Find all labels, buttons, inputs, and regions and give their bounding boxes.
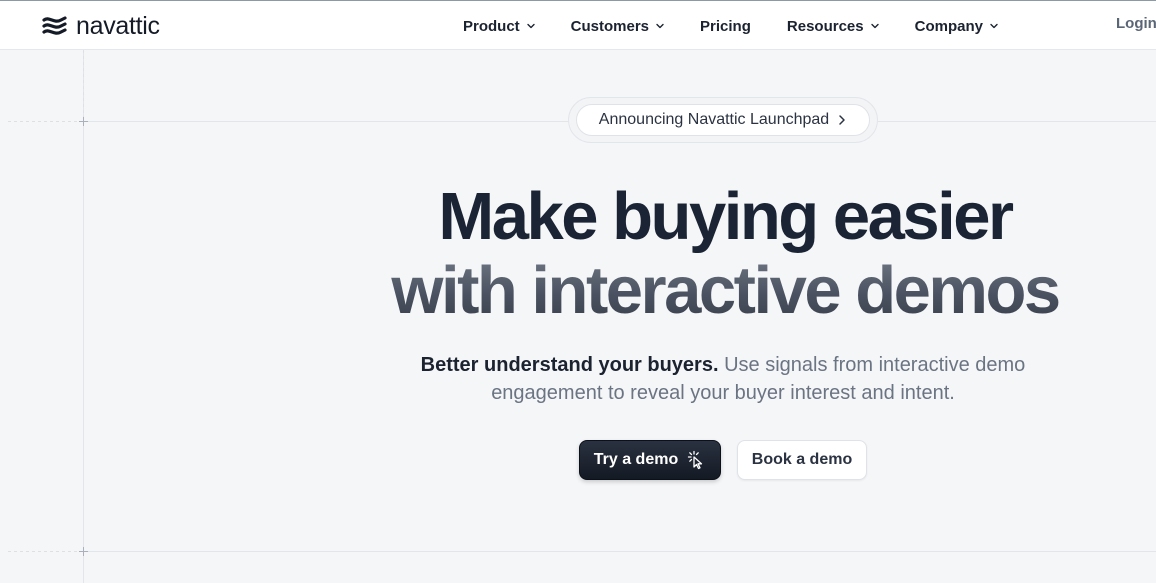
site-header: navattic Product Customers Pricing Resou…: [0, 0, 1156, 50]
nav-item-label: Pricing: [700, 17, 751, 35]
plus-marker-icon: [79, 547, 88, 556]
brand-logo[interactable]: navattic: [42, 11, 160, 41]
guide-line-vertical: [83, 50, 84, 583]
try-demo-label: Try a demo: [593, 451, 679, 468]
book-demo-button[interactable]: Book a demo: [737, 440, 867, 480]
cursor-click-icon: [688, 450, 703, 470]
hero-headline: Make buying easier with interactive demo…: [300, 178, 1150, 326]
main-nav: Product Customers Pricing Resources Comp…: [463, 15, 1034, 37]
chevron-down-icon: [656, 23, 664, 29]
announcement-text: Announcing Navattic Launchpad: [598, 111, 830, 128]
login-link[interactable]: Login: [1116, 15, 1156, 32]
chevron-right-icon: [839, 115, 845, 125]
nav-item-label: Customers: [570, 17, 650, 35]
hero-headline-line1: Make buying easier: [438, 179, 1014, 254]
try-demo-button[interactable]: Try a demo: [579, 440, 721, 480]
chevron-down-icon: [526, 23, 535, 29]
chevron-down-icon: [990, 23, 998, 29]
brand-name: navattic: [76, 11, 160, 40]
nav-item-customers[interactable]: Customers: [571, 18, 665, 35]
nav-item-label: Product: [463, 17, 520, 35]
guide-line-vertical-dashed: [83, 50, 84, 122]
hero-headline-line2: with interactive demos: [300, 256, 1150, 326]
page: navattic Product Customers Pricing Resou…: [0, 0, 1156, 583]
guide-line-dashed-bottom: [8, 551, 83, 552]
guide-line-dashed-top: [8, 121, 83, 122]
nav-item-resources[interactable]: Resources: [787, 18, 880, 35]
hero-subtitle-strong: Better understand your buyers.: [420, 354, 719, 376]
hero-subtitle: Better understand your buyers. Use signa…: [400, 351, 1046, 407]
nav-item-product[interactable]: Product: [463, 18, 536, 35]
nav-item-label: Resources: [786, 17, 864, 35]
announcement-pill[interactable]: Announcing Navattic Launchpad: [576, 104, 870, 136]
nav-item-pricing[interactable]: Pricing: [700, 18, 751, 35]
nav-item-label: Company: [914, 17, 983, 35]
navattic-flag-icon: [42, 15, 68, 37]
nav-item-company[interactable]: Company: [915, 18, 999, 35]
guide-line-bottom: [83, 551, 1156, 552]
book-demo-label: Book a demo: [751, 451, 853, 468]
chevron-down-icon: [870, 23, 879, 29]
plus-marker-icon: [79, 117, 88, 126]
